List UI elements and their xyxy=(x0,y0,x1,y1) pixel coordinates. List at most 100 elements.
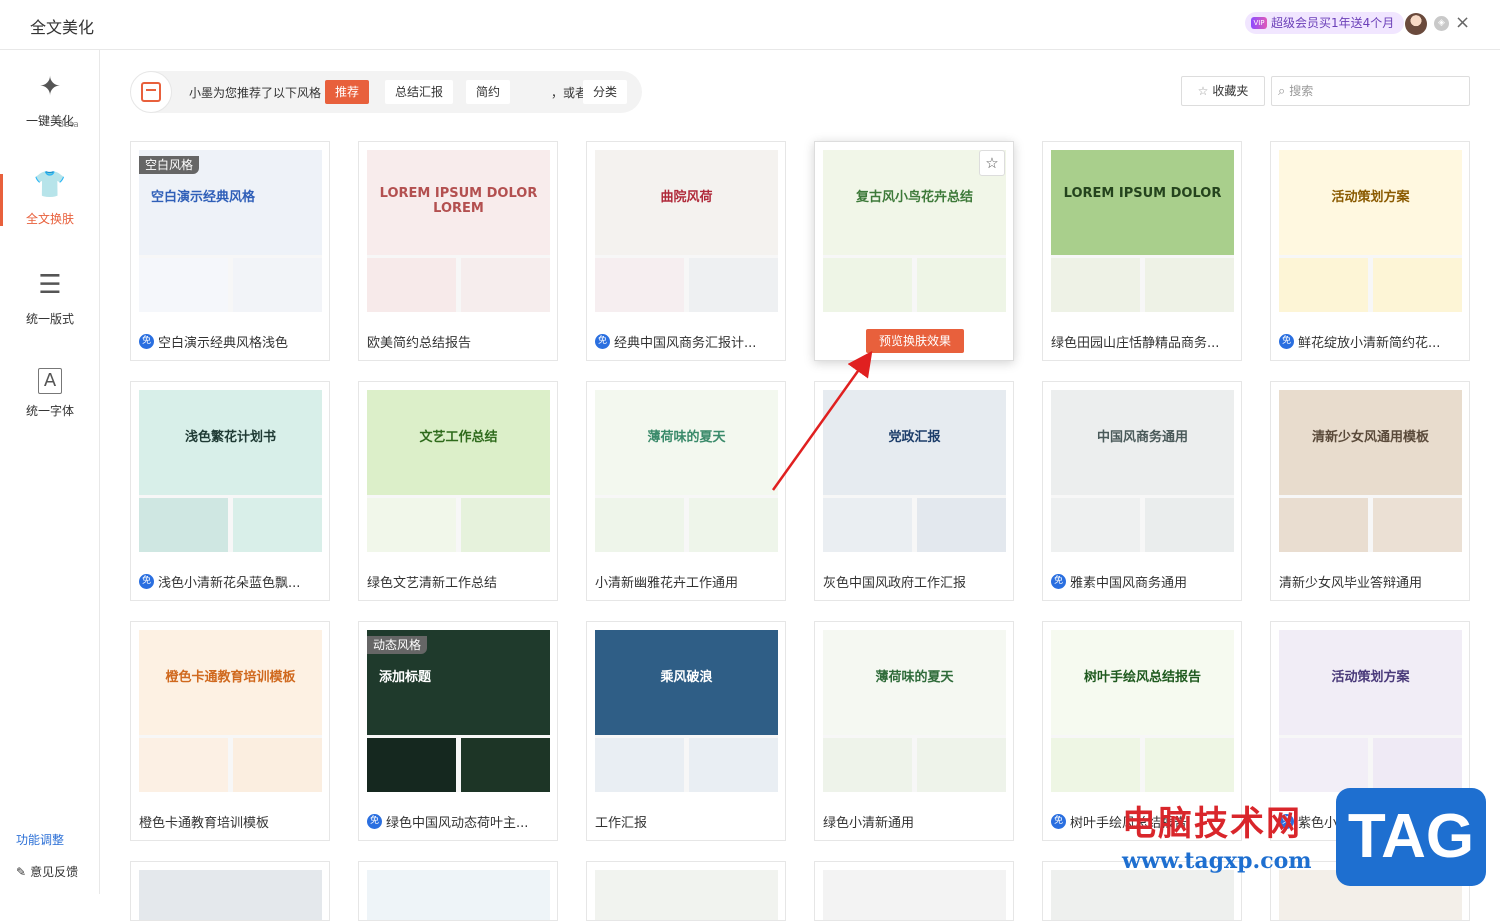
template-card[interactable]: 中国风商务通用免雅素中国风商务通用 xyxy=(1042,381,1242,601)
template-thumbnail[interactable]: 活动策划方案 xyxy=(1279,150,1462,312)
thumbnail-slide xyxy=(595,498,684,552)
template-card[interactable] xyxy=(130,861,330,921)
template-thumbnail[interactable]: 添加标题 xyxy=(367,630,550,792)
thumbnail-slide xyxy=(689,498,778,552)
template-thumbnail[interactable]: 文艺工作总结 xyxy=(367,390,550,552)
favorites-label: 收藏夹 xyxy=(1212,84,1249,98)
preview-skin-button[interactable]: 预览换肤效果 xyxy=(866,329,964,353)
template-card[interactable]: 薄荷味的夏天绿色小清新通用 xyxy=(814,621,1014,841)
thumbnail-slide xyxy=(461,258,550,312)
search-input[interactable] xyxy=(1289,84,1450,98)
template-title: 空白演示经典风格浅色 xyxy=(158,336,289,351)
thumbnail-slide xyxy=(1373,498,1462,552)
template-label: 清新少女风毕业答辩通用 xyxy=(1279,572,1463,591)
template-card[interactable]: 浅色繁花计划书免浅色小清新花朵蓝色飘... xyxy=(130,381,330,601)
thumbnail-slide xyxy=(139,738,228,792)
thumbnail-slide xyxy=(689,738,778,792)
template-title: 工作汇报 xyxy=(595,816,648,831)
watermark-cn: 电脑技术网 xyxy=(1122,804,1302,844)
close-icon[interactable]: × xyxy=(1455,13,1470,33)
search-box[interactable]: ⌕ xyxy=(1271,76,1470,106)
template-thumbnail[interactable]: 薄荷味的夏天 xyxy=(595,390,778,552)
template-thumbnail[interactable] xyxy=(139,870,322,920)
template-thumbnail[interactable]: 浅色繁花计划书 xyxy=(139,390,322,552)
thumbnail-slide xyxy=(1279,738,1368,792)
thumbnail-title: 复古风小鸟花卉总结 xyxy=(855,190,973,205)
template-label: 免雅素中国风商务通用 xyxy=(1051,572,1235,591)
template-card[interactable]: 乘风破浪 工作汇报 xyxy=(586,621,786,841)
chip-simple[interactable]: 简约 xyxy=(466,80,511,104)
thumbnail-title: 浅色繁花计划书 xyxy=(184,430,276,445)
template-title: 橙色卡通教育培训模板 xyxy=(139,816,270,831)
template-label: 绿色小清新通用 xyxy=(823,812,1007,831)
search-icon: ⌕ xyxy=(1278,83,1286,99)
sidebar-item-font[interactable]: A 统一字体 xyxy=(0,368,100,448)
template-card[interactable] xyxy=(814,861,1014,921)
favorite-star-icon[interactable]: ☆ xyxy=(979,150,1005,176)
vip-promo-button[interactable]: VIP 超级会员买1年送4个月 xyxy=(1245,12,1405,34)
free-badge-icon: 免 xyxy=(139,574,154,589)
thumbnail-slide xyxy=(1373,258,1462,312)
chip-category[interactable]: 分类 xyxy=(583,80,628,104)
template-thumbnail[interactable]: 橙色卡通教育培训模板 xyxy=(139,630,322,792)
thumbnail-title: 橙色卡通教育培训模板 xyxy=(165,670,296,685)
function-adjust-link[interactable]: 功能调整 xyxy=(16,831,64,848)
free-badge-icon: 免 xyxy=(367,814,382,829)
template-card[interactable]: 复古风小鸟花卉总结 ☆ 预览换肤效果 xyxy=(814,141,1014,361)
template-thumbnail[interactable]: 党政汇报 xyxy=(823,390,1006,552)
chip-summary[interactable]: 总结汇报 xyxy=(385,80,454,104)
thumbnail-slide xyxy=(823,498,912,552)
template-card[interactable] xyxy=(358,861,558,921)
user-avatar[interactable] xyxy=(1405,13,1427,35)
template-card[interactable]: 文艺工作总结 绿色文艺清新工作总结 xyxy=(358,381,558,601)
thumbnail-title: 树叶手绘风总结报告 xyxy=(1083,670,1201,685)
thumbnail-cover-slide: 浅色繁花计划书 xyxy=(139,390,322,495)
thumbnail-slide xyxy=(1051,738,1140,792)
template-card[interactable]: 活动策划方案免鲜花绽放小清新简约花... xyxy=(1270,141,1470,361)
template-card[interactable]: LOREM IPSUM DOLOR LOREM 欧美简约总结报告 xyxy=(358,141,558,361)
thumbnail-slide xyxy=(367,498,456,552)
template-thumbnail[interactable] xyxy=(367,870,550,920)
feedback-icon: ✎ xyxy=(16,864,27,879)
template-thumbnail[interactable]: 曲院风荷 xyxy=(595,150,778,312)
template-card[interactable]: 曲院风荷免经典中国风商务汇报计... xyxy=(586,141,786,361)
template-thumbnail[interactable]: LOREM IPSUM DOLOR LOREM xyxy=(367,150,550,312)
template-thumbnail[interactable]: 树叶手绘风总结报告 xyxy=(1051,630,1234,792)
template-thumbnail[interactable]: 乘风破浪 xyxy=(595,630,778,792)
template-thumbnail[interactable]: 清新少女风通用模板 xyxy=(1279,390,1462,552)
template-card[interactable]: LOREM IPSUM DOLOR 绿色田园山庄恬静精品商务... xyxy=(1042,141,1242,361)
chip-recommend[interactable]: 推荐 xyxy=(325,80,370,104)
template-card[interactable]: 橙色卡通教育培训模板 橙色卡通教育培训模板 xyxy=(130,621,330,841)
account-badge-icon[interactable]: ◈ xyxy=(1434,16,1449,31)
thumbnail-slide xyxy=(1145,498,1234,552)
thumbnail-slide xyxy=(233,498,322,552)
tshirt-icon: 👕 xyxy=(33,170,67,200)
template-card[interactable]: 党政汇报灰色中国风政府工作汇报 xyxy=(814,381,1014,601)
template-thumbnail[interactable]: 薄荷味的夏天 xyxy=(823,630,1006,792)
template-thumbnail[interactable]: 空白演示经典风格 xyxy=(139,150,322,312)
template-title: 小清新幽雅花卉工作通用 xyxy=(595,576,739,591)
sidebar-item-one-click-beautify[interactable]: ✦ 一键美化 xyxy=(0,70,100,150)
sidebar-item-label: 一键美化 xyxy=(25,114,74,128)
sidebar-item-label: 统一版式 xyxy=(25,312,74,326)
template-card[interactable]: 薄荷味的夏天小清新幽雅花卉工作通用 xyxy=(586,381,786,601)
assistant-avatar-icon xyxy=(130,71,172,113)
template-card[interactable]: 清新少女风通用模板清新少女风毕业答辩通用 xyxy=(1270,381,1470,601)
template-card[interactable]: 空白演示经典风格 空白风格免空白演示经典风格浅色 xyxy=(130,141,330,361)
favorites-button[interactable]: ☆ 收藏夹 xyxy=(1181,76,1265,106)
thumbnail-cover-slide: 乘风破浪 xyxy=(595,630,778,735)
feedback-link[interactable]: ✎ 意见反馈 xyxy=(16,863,78,880)
thumbnail-title: 活动策划方案 xyxy=(1331,670,1410,685)
sidebar-item-layout[interactable]: ☰ 统一版式 xyxy=(0,268,100,348)
template-thumbnail[interactable]: LOREM IPSUM DOLOR xyxy=(1051,150,1234,312)
template-card[interactable]: 添加标题 动态风格免绿色中国风动态荷叶主... xyxy=(358,621,558,841)
thumbnail-slide xyxy=(1051,498,1140,552)
template-thumbnail[interactable]: 中国风商务通用 xyxy=(1051,390,1234,552)
template-thumbnail[interactable] xyxy=(595,870,778,920)
free-badge-icon: 免 xyxy=(139,334,154,349)
template-card[interactable] xyxy=(586,861,786,921)
template-label: 灰色中国风政府工作汇报 xyxy=(823,572,1007,591)
sidebar-item-skin[interactable]: 👕 全文换肤 xyxy=(0,168,100,248)
template-thumbnail[interactable]: 活动策划方案 xyxy=(1279,630,1462,792)
template-thumbnail[interactable] xyxy=(823,870,1006,920)
